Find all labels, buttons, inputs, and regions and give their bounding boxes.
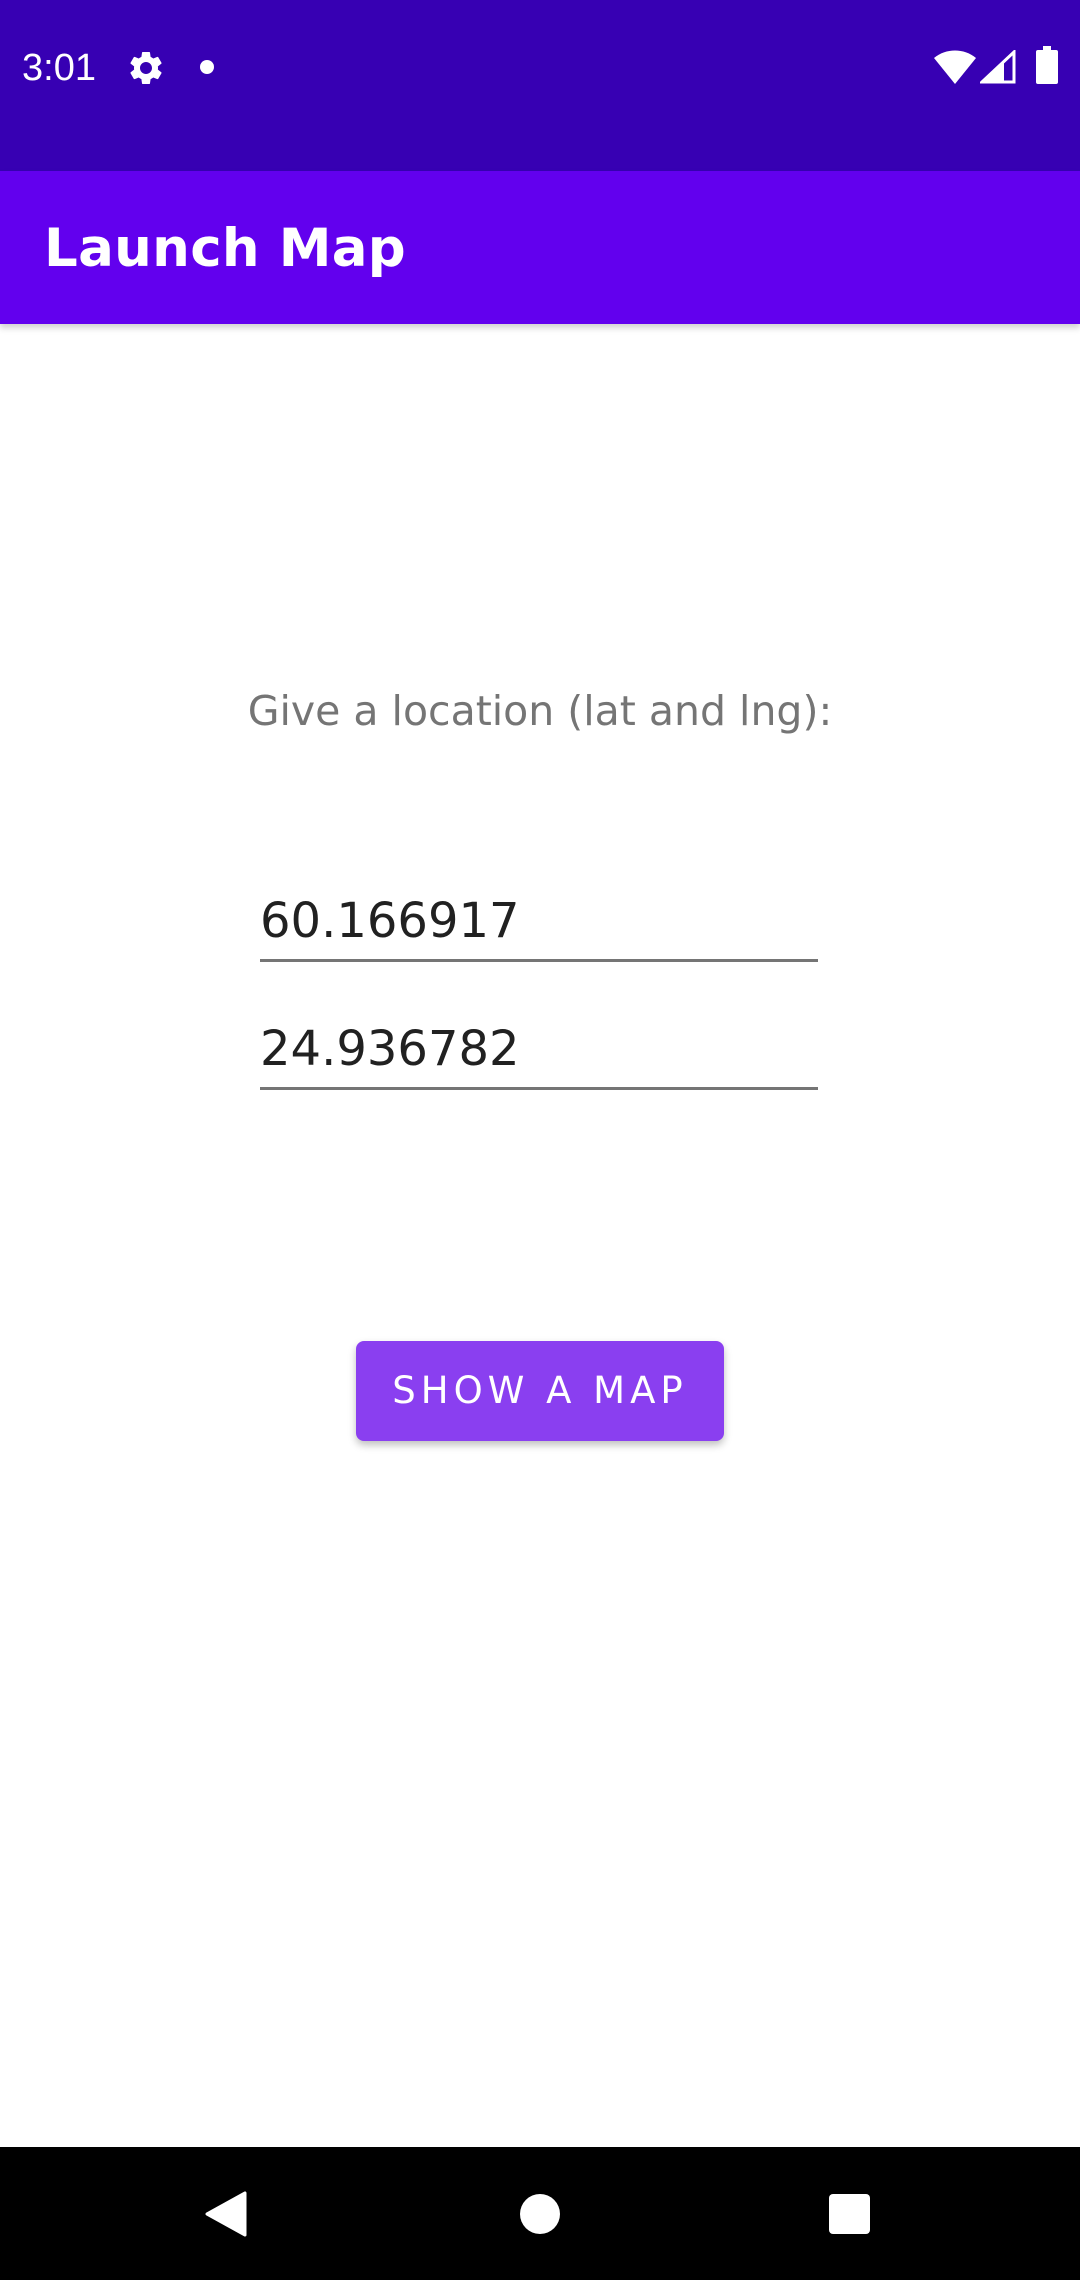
back-icon[interactable] xyxy=(203,2191,247,2237)
wifi-icon xyxy=(934,50,976,84)
status-bar: 3:01 xyxy=(0,0,1080,171)
gear-icon xyxy=(130,51,162,84)
app-bar: Launch Map xyxy=(0,171,1080,324)
home-icon[interactable] xyxy=(520,2194,560,2234)
notification-dot-icon xyxy=(200,60,214,74)
navigation-bar xyxy=(0,2147,1080,2280)
app-title: Launch Map xyxy=(44,218,407,279)
show-map-button[interactable]: SHOW A MAP xyxy=(356,1341,724,1441)
longitude-input[interactable] xyxy=(260,1019,818,1079)
battery-icon xyxy=(1036,46,1058,84)
location-prompt: Give a location (lat and lng): xyxy=(247,687,833,735)
latitude-input[interactable] xyxy=(260,891,818,951)
recents-icon[interactable] xyxy=(829,2194,870,2234)
status-time: 3:01 xyxy=(22,47,96,89)
signal-icon xyxy=(980,50,1016,84)
latitude-field[interactable] xyxy=(260,870,818,962)
screen: 3:01 Launch Map Give a location (lat and… xyxy=(0,0,1080,2280)
longitude-field[interactable] xyxy=(260,998,818,1090)
